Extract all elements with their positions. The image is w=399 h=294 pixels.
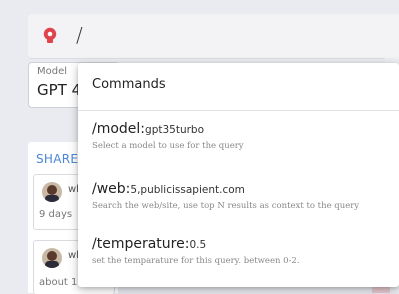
- divider: [78, 110, 399, 111]
- query-input-text[interactable]: /: [76, 23, 83, 47]
- commands-popup: Commands /model:gpt35turbo Select a mode…: [78, 63, 399, 287]
- popup-title: Commands: [92, 77, 166, 92]
- avatar: [42, 248, 62, 268]
- model-label: Model: [37, 66, 68, 77]
- command-item-web[interactable]: /web:5,publicissapient.com Search the we…: [92, 181, 392, 211]
- query-bar[interactable]: /: [28, 14, 399, 59]
- model-value: GPT 4: [37, 81, 82, 99]
- avatar: [42, 182, 62, 202]
- command-arg: 0.5: [189, 239, 207, 251]
- command-item-model[interactable]: /model:gpt35turbo Select a model to use …: [92, 121, 392, 151]
- command-arg: gpt35turbo: [145, 124, 205, 136]
- command-description: Select a model to use for the query: [92, 141, 244, 151]
- command-name: /model:: [92, 121, 146, 137]
- command-name: /temperature:: [92, 236, 190, 252]
- bulb-icon: [42, 27, 58, 45]
- command-description: set the temparature for this query. betw…: [92, 256, 300, 266]
- card-time: 9 days: [39, 209, 73, 220]
- command-description: Search the web/site, use top N results a…: [92, 201, 360, 211]
- command-arg: 5,publicissapient.com: [130, 184, 245, 196]
- command-name: /web:: [92, 181, 131, 197]
- command-item-temperature[interactable]: /temperature:0.5 set the temparature for…: [92, 236, 392, 266]
- card-time: about 1: [39, 277, 78, 288]
